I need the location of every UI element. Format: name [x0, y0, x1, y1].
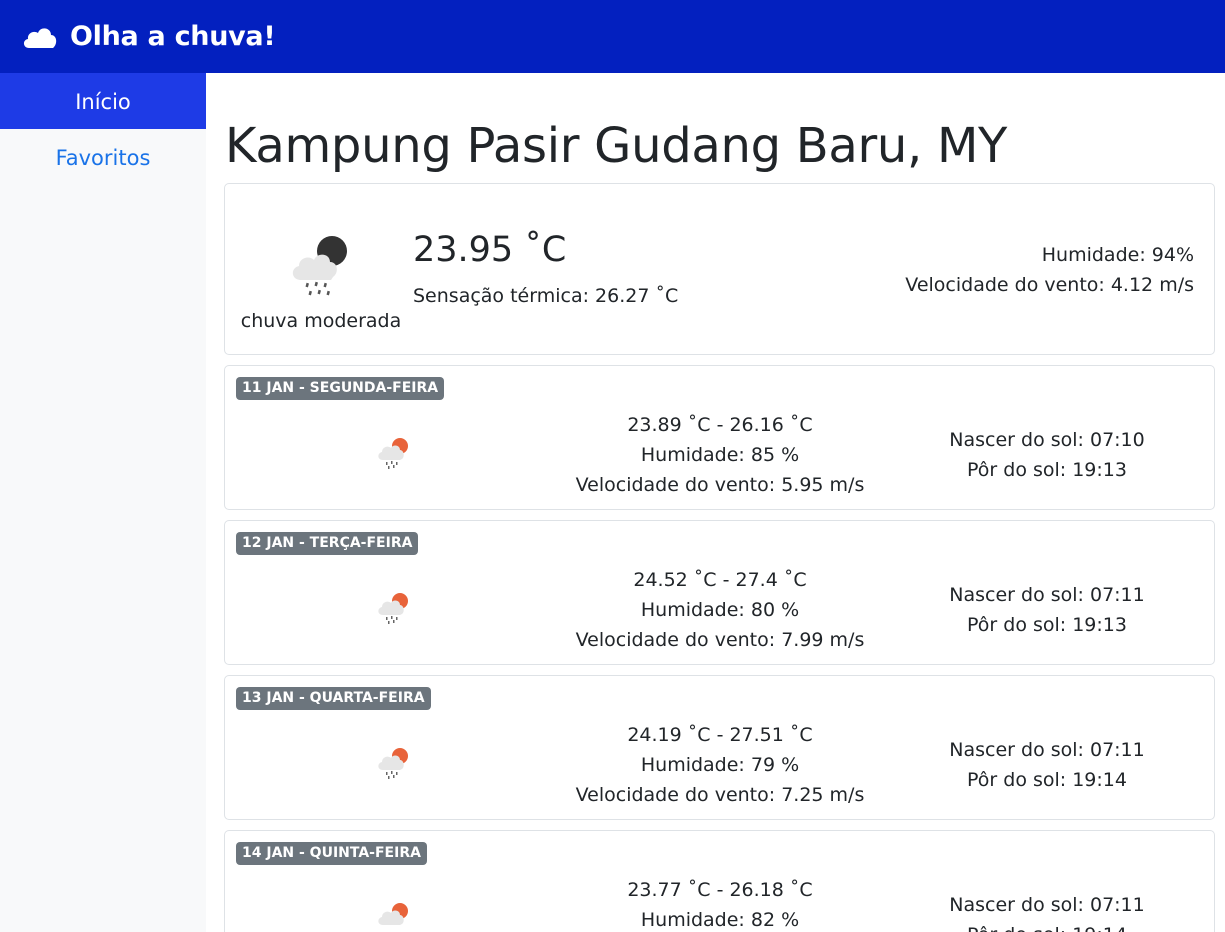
sun-cloud-rain-icon	[378, 593, 408, 624]
app-title[interactable]: Olha a chuva!	[70, 21, 276, 52]
temp-range: 23.77 ˚C - 26.18 ˚C	[627, 879, 813, 901]
sunset: Pôr do sol: 19:13	[967, 459, 1127, 481]
current-humidity: Humidade: 94%	[1041, 244, 1194, 266]
date-badge: 13 JAN - QUARTA-FEIRA	[236, 687, 431, 710]
forecast-card: 13 JAN - QUARTA-FEIRA 24.19 ˚C - 27.51 ˚…	[224, 675, 1215, 820]
main-content: Kampung Pasir Gudang Baru, MY chuva mode…	[224, 73, 1215, 932]
sun-cloud-rain-icon	[378, 438, 408, 469]
sunrise: Nascer do sol: 07:11	[949, 894, 1145, 916]
sunrise: Nascer do sol: 07:11	[949, 739, 1145, 761]
forecast-details: 24.19 ˚C - 27.51 ˚C Humidade: 79 % Veloc…	[570, 720, 870, 810]
current-details: Humidade: 94% Velocidade do vento: 4.12 …	[905, 240, 1194, 300]
humidity: Humidade: 85 %	[640, 444, 800, 466]
date-badge: 11 JAN - SEGUNDA-FEIRA	[236, 377, 445, 400]
sunset: Pôr do sol: 19:14	[967, 769, 1127, 791]
date-badge: 14 JAN - QUINTA-FEIRA	[236, 842, 427, 865]
forecast-details: 23.89 ˚C - 26.16 ˚C Humidade: 85 % Veloc…	[570, 410, 870, 500]
sun-times: Nascer do sol: 07:11 Pôr do sol: 19:14	[945, 735, 1149, 795]
page-title: Kampung Pasir Gudang Baru, MY	[225, 118, 1008, 174]
current-temperature: 23.95 ˚C	[413, 230, 567, 270]
forecast-card: 12 JAN - TERÇA-FEIRA 24.52 ˚C - 27.4 ˚C …	[224, 520, 1215, 665]
cloud-icon	[23, 27, 57, 48]
sun-times: Nascer do sol: 07:10 Pôr do sol: 19:13	[945, 425, 1149, 485]
current-wind: Velocidade do vento: 4.12 m/s	[905, 274, 1194, 296]
wind-speed: Velocidade do vento: 7.99 m/s	[575, 629, 865, 651]
sidebar-item-favoritos[interactable]: Favoritos	[0, 129, 206, 185]
temp-range: 24.19 ˚C - 27.51 ˚C	[627, 724, 813, 746]
forecast-details: 24.52 ˚C - 27.4 ˚C Humidade: 80 % Veloci…	[570, 565, 870, 655]
top-navbar: Olha a chuva!	[0, 0, 1225, 73]
weather-description: chuva moderada	[240, 310, 402, 332]
current-weather-card: chuva moderada 23.95 ˚C Sensação térmica…	[224, 183, 1215, 355]
humidity: Humidade: 82 %	[640, 909, 800, 931]
temp-range: 23.89 ˚C - 26.16 ˚C	[627, 414, 813, 436]
sunrise: Nascer do sol: 07:11	[949, 584, 1145, 606]
wind-speed: Velocidade do vento: 7.25 m/s	[575, 784, 865, 806]
sun-cloud-rain-icon	[378, 748, 408, 779]
date-badge: 12 JAN - TERÇA-FEIRA	[236, 532, 419, 555]
sunset: Pôr do sol: 19:14	[945, 920, 1149, 932]
sun-times: Nascer do sol: 07:11 Pôr do sol: 19:13	[945, 580, 1149, 640]
humidity: Humidade: 80 %	[640, 599, 800, 621]
feels-like: Sensação térmica: 26.27 ˚C	[413, 285, 679, 307]
humidity: Humidade: 79 %	[640, 754, 800, 776]
forecast-details: 23.77 ˚C - 26.18 ˚C Humidade: 82 %	[570, 875, 870, 932]
forecast-card: 11 JAN - SEGUNDA-FEIRA 23.89 ˚C - 26.16 …	[224, 365, 1215, 510]
wind-speed: Velocidade do vento: 5.95 m/s	[575, 474, 865, 496]
sun-times: Nascer do sol: 07:11 Pôr do sol: 19:14	[945, 890, 1149, 932]
temp-range: 24.52 ˚C - 27.4 ˚C	[633, 569, 807, 591]
sidebar-item-inicio[interactable]: Início	[0, 73, 206, 129]
sunset: Pôr do sol: 19:13	[967, 614, 1127, 636]
sun-cloud-rain-icon	[378, 903, 408, 925]
cloud-moon-rain-icon	[292, 236, 347, 296]
sunrise: Nascer do sol: 07:10	[949, 429, 1145, 451]
sidebar: Início Favoritos	[0, 73, 206, 932]
forecast-card: 14 JAN - QUINTA-FEIRA 23.77 ˚C - 26.18 ˚…	[224, 830, 1215, 932]
